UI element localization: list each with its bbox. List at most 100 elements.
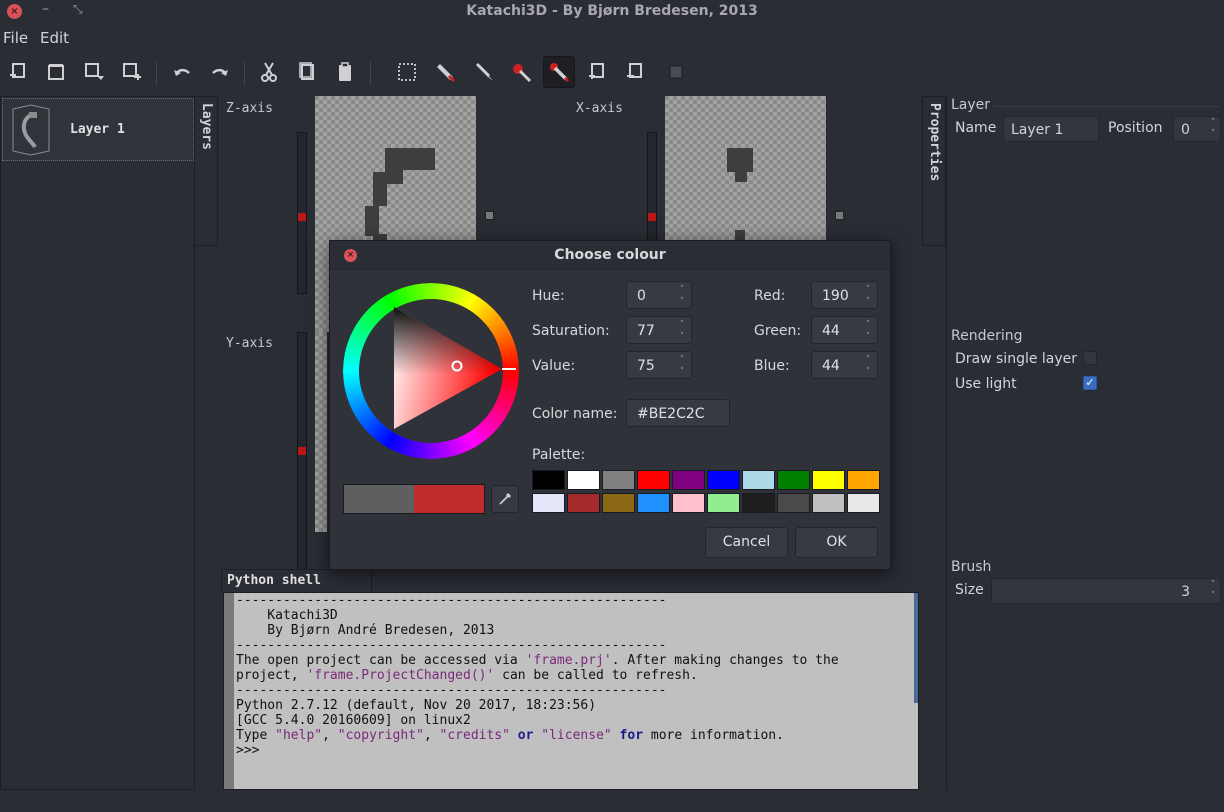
color-picker-tool-button[interactable]	[543, 56, 575, 88]
spin-down-icon[interactable]: ˅	[677, 366, 687, 378]
palette-swatch[interactable]	[602, 493, 635, 513]
spin-up-icon[interactable]: ˄	[1208, 580, 1218, 591]
spin-down-icon[interactable]: ˅	[863, 296, 873, 308]
color-name-input[interactable]: #BE2C2C	[626, 399, 730, 427]
red-spin-arrows[interactable]: ˄ ˅	[863, 284, 873, 308]
palette-swatch[interactable]	[637, 470, 670, 490]
new-layer-button[interactable]	[2, 56, 34, 88]
spin-down-icon[interactable]: ˅	[1208, 591, 1218, 602]
spin-up-icon[interactable]: ˄	[863, 284, 873, 296]
spin-up-icon[interactable]: ˄	[677, 354, 687, 366]
z-axis-view-handle[interactable]	[485, 211, 494, 220]
spin-down-icon[interactable]: ˅	[677, 296, 687, 308]
spin-up-icon[interactable]: ˄	[677, 284, 687, 296]
position-spin-arrows[interactable]: ˄ ˅	[1208, 118, 1218, 140]
y-axis-slider-handle[interactable]	[298, 447, 306, 455]
brush-tool-button[interactable]	[468, 56, 500, 88]
palette-swatch[interactable]	[847, 470, 880, 490]
spin-up-icon[interactable]: ˄	[863, 354, 873, 366]
layer-export-button[interactable]	[116, 56, 148, 88]
value-spin-arrows[interactable]: ˄ ˅	[677, 354, 687, 378]
spin-up-icon[interactable]: ˄	[1208, 118, 1218, 129]
cut-button[interactable]	[253, 56, 285, 88]
spin-down-icon[interactable]: ˅	[1208, 129, 1218, 140]
brush-size-spin-arrows[interactable]: ˄ ˅	[1208, 580, 1218, 602]
remove-frame-button[interactable]	[619, 56, 651, 88]
triangle-shade	[394, 307, 502, 429]
palette-swatch[interactable]	[847, 493, 880, 513]
shell-prompt[interactable]: >>>	[236, 743, 259, 758]
color-wheel[interactable]	[343, 283, 519, 459]
palette-swatch[interactable]	[777, 493, 810, 513]
palette-swatch[interactable]	[742, 470, 775, 490]
palette-swatch[interactable]	[812, 493, 845, 513]
palette-swatch[interactable]	[532, 470, 565, 490]
spin-down-icon[interactable]: ˅	[863, 331, 873, 343]
z-axis-slider-handle[interactable]	[298, 213, 306, 221]
hue-stepper[interactable]: 0 ˄ ˅	[626, 281, 692, 309]
brush-size-stepper[interactable]: 3 ˄ ˅	[991, 578, 1221, 604]
undo-button[interactable]	[166, 56, 198, 88]
layers-tab[interactable]: Layers	[194, 96, 218, 246]
green-value: 44	[822, 323, 840, 339]
palette-swatch[interactable]	[567, 470, 600, 490]
paste-button[interactable]	[329, 56, 361, 88]
palette-swatch[interactable]	[602, 470, 635, 490]
palette-swatch[interactable]	[532, 493, 565, 513]
menu-edit[interactable]: Edit	[40, 29, 69, 47]
palette-swatch[interactable]	[777, 470, 810, 490]
spin-up-icon[interactable]: ˄	[677, 319, 687, 331]
add-frame-button[interactable]	[581, 56, 613, 88]
menu-file[interactable]: File	[3, 29, 28, 47]
saturation-stepper[interactable]: 77 ˄ ˅	[626, 316, 692, 344]
shell-scrollbar[interactable]	[914, 593, 918, 703]
palette-swatch[interactable]	[672, 470, 705, 490]
x-axis-slider-handle[interactable]	[648, 213, 656, 221]
use-light-checkbox[interactable]: ✓	[1083, 376, 1097, 390]
python-shell-tab[interactable]: Python shell	[221, 569, 372, 592]
redo-button[interactable]	[204, 56, 236, 88]
palette-swatch[interactable]	[707, 470, 740, 490]
duplicate-layer-button[interactable]	[40, 56, 72, 88]
position-stepper[interactable]: 0 ˄ ˅	[1173, 116, 1221, 142]
properties-tab[interactable]: Properties	[922, 96, 946, 246]
cancel-button[interactable]: Cancel	[705, 527, 788, 558]
hue-spin-arrows[interactable]: ˄ ˅	[677, 284, 687, 308]
y-axis-slider[interactable]	[297, 332, 307, 570]
draw-single-layer-checkbox[interactable]	[1083, 351, 1097, 365]
draw-single-layer-label: Draw single layer	[955, 351, 1078, 367]
green-spin-arrows[interactable]: ˄ ˅	[863, 319, 873, 343]
new-layer-icon	[10, 63, 25, 78]
palette-swatch[interactable]	[637, 493, 670, 513]
layer-list-item[interactable]: Layer 1	[2, 98, 194, 161]
layer-down-button[interactable]	[78, 56, 110, 88]
stop-button[interactable]	[660, 56, 692, 88]
ok-button[interactable]: OK	[795, 527, 878, 558]
toolbar	[0, 52, 1224, 92]
blue-stepper[interactable]: 44 ˄ ˅	[811, 351, 878, 379]
copy-button[interactable]	[291, 56, 323, 88]
red-stepper[interactable]: 190 ˄ ˅	[811, 281, 878, 309]
select-tool-button[interactable]	[391, 56, 423, 88]
palette-swatch[interactable]	[707, 493, 740, 513]
fill-tool-button[interactable]	[506, 56, 538, 88]
spin-up-icon[interactable]: ˄	[863, 319, 873, 331]
z-axis-slider[interactable]	[297, 132, 307, 294]
layer-name-field[interactable]: Layer 1	[1003, 116, 1099, 142]
python-shell[interactable]: ----------------------------------------…	[223, 592, 919, 790]
x-axis-view-handle[interactable]	[835, 211, 844, 220]
palette-swatch[interactable]	[742, 493, 775, 513]
screen-color-picker-button[interactable]	[491, 485, 519, 513]
spin-down-icon[interactable]: ˅	[863, 366, 873, 378]
y-axis-view[interactable]	[315, 332, 327, 532]
green-stepper[interactable]: 44 ˄ ˅	[811, 316, 878, 344]
saturation-spin-arrows[interactable]: ˄ ˅	[677, 319, 687, 343]
pen-tool-button[interactable]	[430, 56, 462, 88]
palette-swatch[interactable]	[672, 493, 705, 513]
palette-swatch[interactable]	[812, 470, 845, 490]
spin-down-icon[interactable]: ˅	[677, 331, 687, 343]
value-stepper[interactable]: 75 ˄ ˅	[626, 351, 692, 379]
palette-swatch[interactable]	[567, 493, 600, 513]
shell-text: can be called to refresh.	[494, 668, 698, 683]
blue-spin-arrows[interactable]: ˄ ˅	[863, 354, 873, 378]
